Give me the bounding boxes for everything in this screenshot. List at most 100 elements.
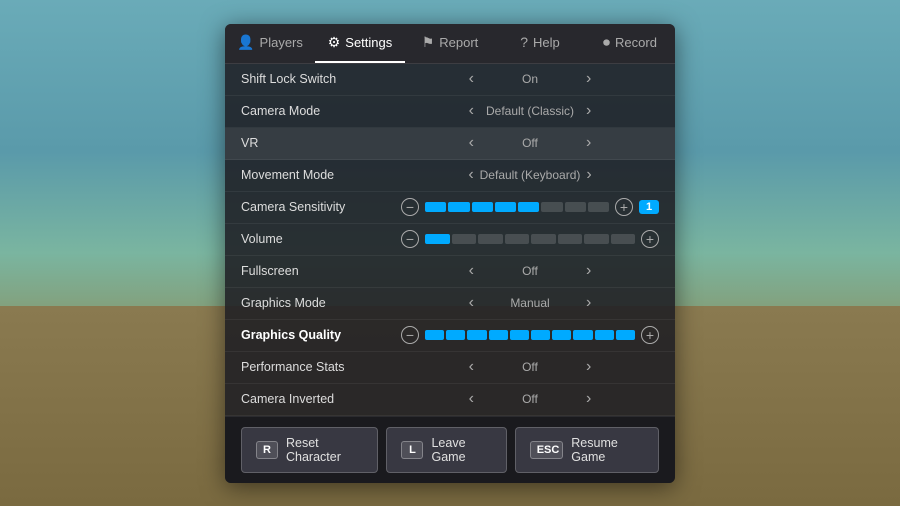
slider-seg-4-3 [495,202,516,212]
slider-minus-4[interactable]: − [401,198,419,216]
setting-value-6: Off [480,264,580,278]
setting-control-8: −+ [401,326,659,344]
setting-row-4: Camera Sensitivity−+1 [225,192,675,224]
slider-seg-4-6 [565,202,586,212]
settings-body: Shift Lock Switch‹On›Camera Mode‹Default… [225,64,675,416]
tab-label-players: Players [260,35,303,50]
setting-label-3: Movement Mode [241,168,401,182]
tabs-bar: 👤Players ⚙ Settings ⚑ Report? Help ⏺ Record [225,24,675,64]
setting-control-9: ‹ Off › [401,358,659,376]
action-btn-2[interactable]: ESCResume Game [515,427,659,473]
slider-minus-8[interactable]: − [401,326,419,344]
setting-label-8: Graphics Quality [241,328,401,342]
slider-seg-5-1 [452,234,477,244]
slider-seg-5-4 [531,234,556,244]
setting-value-3: Default (Keyboard) [480,168,581,182]
action-btn-1[interactable]: LLeave Game [386,427,506,473]
setting-value-0: On [480,72,580,86]
slider-minus-5[interactable]: − [401,230,419,248]
setting-row-10: Camera Inverted‹Off› [225,384,675,416]
slider-seg-8-7 [573,330,592,340]
help-icon: ? [520,34,528,50]
btn-label-1: Leave Game [431,436,491,464]
arrow-right-7[interactable]: › [586,294,591,312]
slider-seg-8-9 [616,330,635,340]
arrow-right-6[interactable]: › [586,262,591,280]
slider-track-5 [425,234,635,244]
report-icon: ⚑ [422,34,435,51]
setting-row-9: Performance Stats ‹ Off › [225,352,675,384]
setting-label-2: VR [241,136,401,150]
tab-label-settings: Settings [345,35,392,50]
setting-label-9: Performance Stats [241,360,401,374]
slider-seg-8-8 [595,330,614,340]
arrow-left-1[interactable]: ‹ [469,102,474,120]
btn-label-0: Reset Character [286,436,363,464]
setting-control-6: ‹ Off › [401,262,659,280]
slider-seg-8-1 [446,330,465,340]
slider-seg-5-3 [505,234,530,244]
slider-seg-8-6 [552,330,571,340]
arrow-left-6[interactable]: ‹ [469,262,474,280]
panel-overlay: 👤Players⚙Settings⚑Report?Help⏺Record Shi… [0,0,900,506]
tab-record[interactable]: ⏺ Record [585,24,675,63]
arrow-right-0[interactable]: › [586,70,591,88]
slider-seg-4-5 [541,202,562,212]
settings-icon: ⚙ [328,34,341,51]
tab-label-report: Report [439,35,478,50]
arrow-left-10[interactable]: ‹ [469,390,474,408]
slider-plus-5[interactable]: + [641,230,659,248]
setting-control-5: −+ [401,230,659,248]
slider-seg-4-0 [425,202,446,212]
tab-label-help: Help [533,35,560,50]
setting-control-1: ‹ Default (Classic) › [401,102,659,120]
slider-seg-8-2 [467,330,486,340]
setting-control-4: −+1 [401,198,659,216]
arrow-right-3[interactable]: › [586,166,591,184]
slider-track-4 [425,202,609,212]
settings-panel: 👤Players⚙Settings⚑Report?Help⏺Record Shi… [225,24,675,483]
setting-control-3: ‹ Default (Keyboard) › [401,166,659,184]
tab-players[interactable]: 👤Players [225,24,315,63]
setting-row-1: Camera Mode ‹ Default (Classic) › [225,96,675,128]
slider-plus-8[interactable]: + [641,326,659,344]
arrow-left-3[interactable]: ‹ [468,166,473,184]
record-icon: ⏺ [603,34,610,51]
setting-label-6: Fullscreen [241,264,401,278]
slider-track-8 [425,330,635,340]
tab-label-record: Record [615,35,657,50]
arrow-left-2[interactable]: ‹ [469,134,474,152]
setting-control-7: ‹ Manual › [401,294,659,312]
slider-plus-4[interactable]: + [615,198,633,216]
action-btn-0[interactable]: R Reset Character [241,427,378,473]
slider-seg-4-1 [448,202,469,212]
setting-label-1: Camera Mode [241,104,401,118]
btn-label-2: Resume Game [571,436,644,464]
arrow-left-9[interactable]: ‹ [469,358,474,376]
arrow-right-9[interactable]: › [586,358,591,376]
key-badge-0: R [256,441,278,459]
setting-row-5: Volume−+ [225,224,675,256]
setting-row-0: Shift Lock Switch‹On› [225,64,675,96]
setting-label-5: Volume [241,232,401,246]
setting-control-0: ‹ On › [401,70,659,88]
setting-value-7: Manual [480,296,580,310]
arrow-right-10[interactable]: › [586,390,591,408]
setting-value-10: Off [480,392,580,406]
slider-seg-5-2 [478,234,503,244]
slider-seg-8-5 [531,330,550,340]
arrow-left-7[interactable]: ‹ [469,294,474,312]
arrow-right-1[interactable]: › [586,102,591,120]
setting-value-9: Off [480,360,580,374]
setting-row-6: Fullscreen ‹ Off › [225,256,675,288]
setting-value-1: Default (Classic) [480,104,580,118]
tab-settings[interactable]: ⚙ Settings [315,24,405,63]
setting-label-4: Camera Sensitivity [241,200,401,214]
bottom-bar: R Reset Character LLeave GameESCResume Gam… [225,416,675,483]
tab-help[interactable]: ? Help [495,24,585,63]
arrow-left-0[interactable]: ‹ [469,70,474,88]
tab-report[interactable]: ⚑ Report [405,24,495,63]
setting-row-7: Graphics Mode‹Manual› [225,288,675,320]
arrow-right-2[interactable]: › [586,134,591,152]
slider-seg-8-3 [489,330,508,340]
